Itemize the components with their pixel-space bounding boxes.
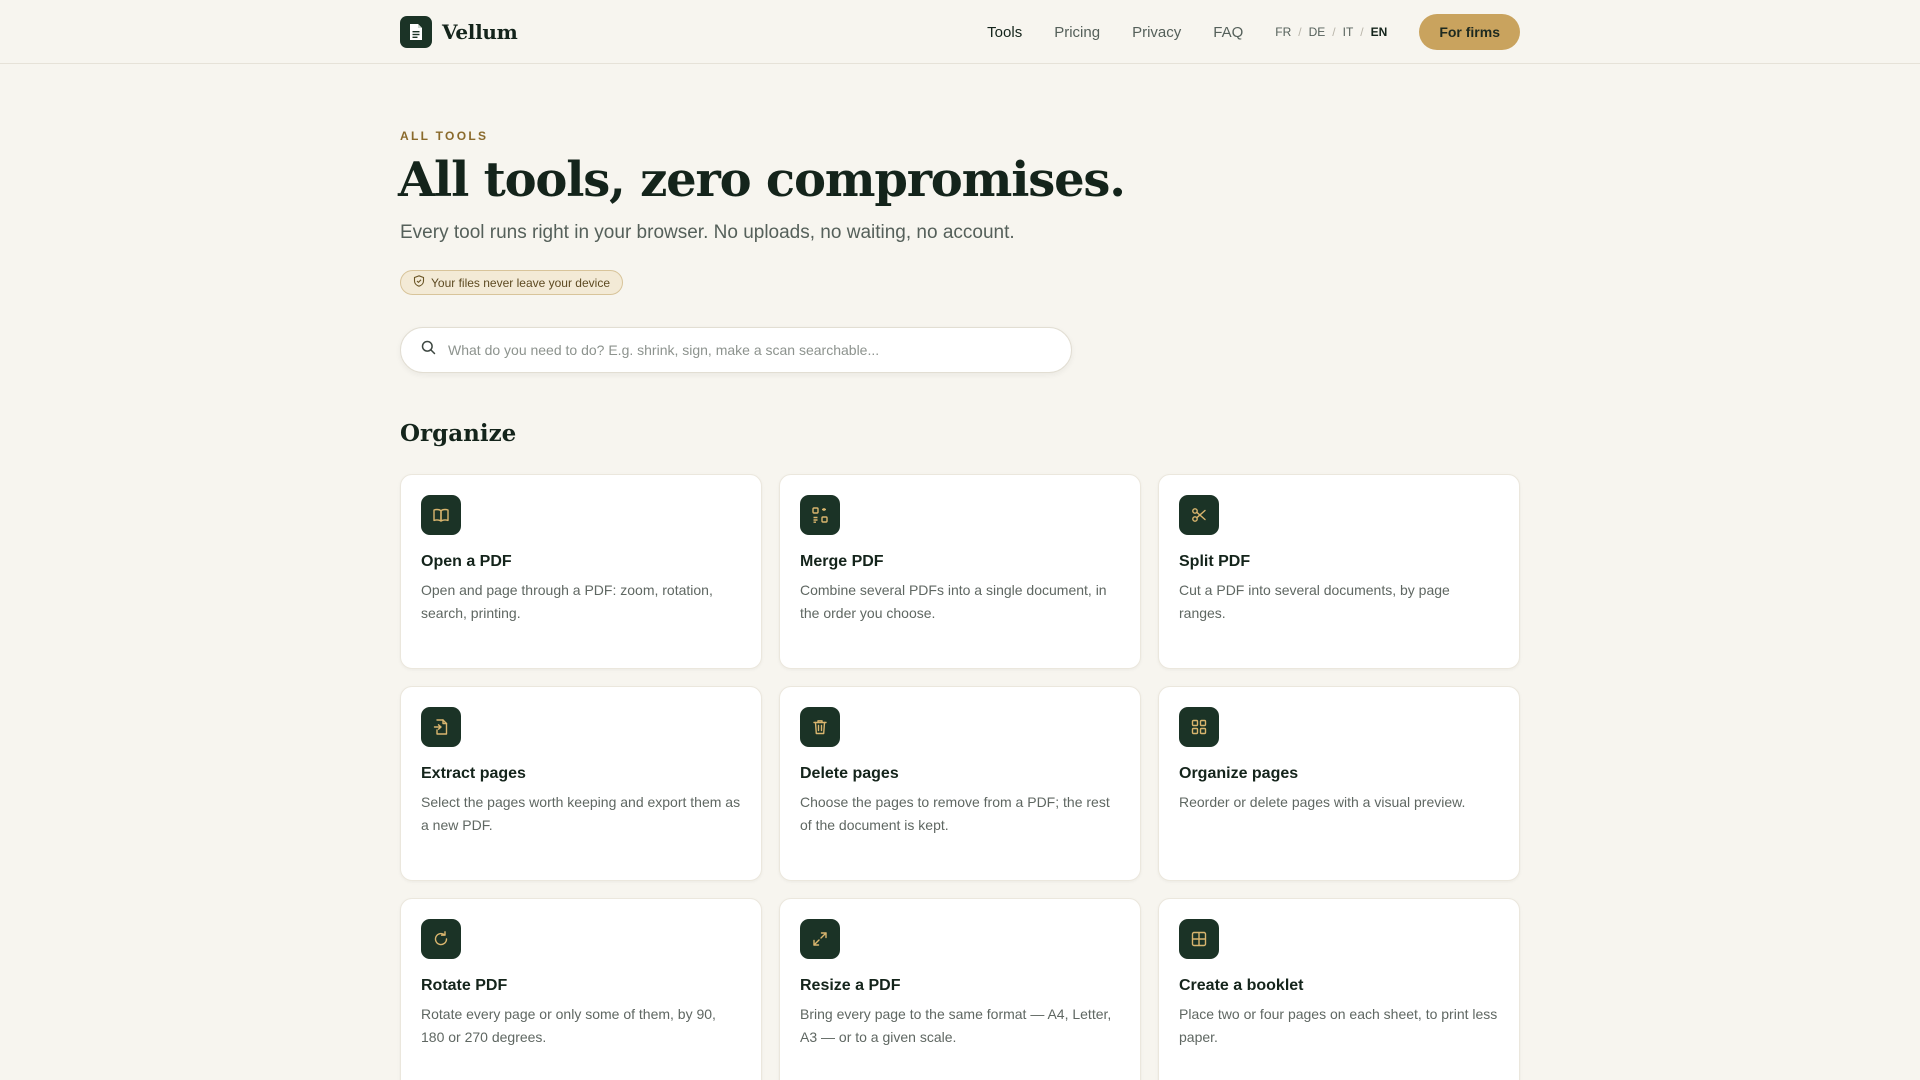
privacy-badge-label: Your files never leave your device bbox=[431, 275, 610, 290]
tool-title: Organize pages bbox=[1179, 765, 1299, 782]
tool-title: Extract pages bbox=[421, 765, 526, 782]
tool-title: Rotate PDF bbox=[421, 977, 508, 994]
tool-description: Rotate every page or only some of them, … bbox=[421, 1006, 716, 1045]
search-icon bbox=[421, 340, 436, 360]
lang-de[interactable]: DE bbox=[1309, 25, 1326, 39]
lang-fr[interactable]: FR bbox=[1275, 25, 1291, 39]
tool-card-extract-pages[interactable]: Extract pages Select the pages worth kee… bbox=[400, 686, 762, 881]
shield-check-icon bbox=[413, 275, 425, 290]
page-title: All tools, zero compromises. bbox=[398, 152, 1126, 208]
tool-description: Combine several PDFs into a single docum… bbox=[800, 582, 1107, 621]
privacy-badge: Your files never leave your device bbox=[400, 270, 623, 295]
tool-description: Place two or four pages on each sheet, t… bbox=[1179, 1006, 1498, 1045]
lang-it[interactable]: IT bbox=[1343, 25, 1354, 39]
tool-card-delete-pages[interactable]: Delete pages Choose the pages to remove … bbox=[779, 686, 1141, 881]
search-input[interactable] bbox=[448, 342, 1038, 358]
tool-description: Cut a PDF into several documents, by pag… bbox=[1179, 582, 1450, 621]
tool-description: Open and page through a PDF: zoom, rotat… bbox=[421, 582, 713, 621]
booklet-icon bbox=[1179, 919, 1219, 959]
tool-title: Open a PDF bbox=[421, 553, 512, 570]
section-title-organize: Organize bbox=[400, 420, 517, 447]
rotate-icon bbox=[421, 919, 461, 959]
tool-description: Bring every page to the same format — A4… bbox=[800, 1006, 1112, 1045]
nav-link-pricing[interactable]: Pricing bbox=[1054, 24, 1100, 41]
merge-icon bbox=[800, 495, 840, 535]
tool-card-merge-pdf[interactable]: Merge PDF Combine several PDFs into a si… bbox=[779, 474, 1141, 669]
expand-icon bbox=[800, 919, 840, 959]
tool-description: Reorder or delete pages with a visual pr… bbox=[1179, 794, 1466, 810]
nav-link-faq[interactable]: FAQ bbox=[1213, 24, 1243, 41]
tool-title: Resize a PDF bbox=[800, 977, 901, 994]
tool-title: Split PDF bbox=[1179, 553, 1251, 570]
tool-card-rotate-pdf[interactable]: Rotate PDF Rotate every page or only som… bbox=[400, 898, 762, 1080]
tool-card-create-booklet[interactable]: Create a booklet Place two or four pages… bbox=[1158, 898, 1520, 1080]
site-header: Vellum Tools Pricing Privacy FAQ FR / DE… bbox=[0, 0, 1920, 64]
nav-link-privacy[interactable]: Privacy bbox=[1132, 24, 1181, 41]
lang-separator: / bbox=[1332, 25, 1336, 39]
book-open-icon bbox=[421, 495, 461, 535]
trash-icon bbox=[800, 707, 840, 747]
tool-card-split-pdf[interactable]: Split PDF Cut a PDF into several documen… bbox=[1158, 474, 1520, 669]
tool-search[interactable] bbox=[400, 327, 1072, 373]
lang-separator: / bbox=[1298, 25, 1302, 39]
brand-name: Vellum bbox=[442, 20, 518, 44]
nav-link-tools[interactable]: Tools bbox=[987, 24, 1022, 41]
page-subtitle: Every tool runs right in your browser. N… bbox=[400, 222, 1015, 243]
main-nav: Tools Pricing Privacy FAQ FR / DE / IT /… bbox=[955, 14, 1520, 50]
brand[interactable]: Vellum bbox=[400, 16, 518, 48]
document-icon bbox=[400, 16, 432, 48]
language-switcher: FR / DE / IT / EN bbox=[1275, 25, 1387, 39]
header-inner: Vellum Tools Pricing Privacy FAQ FR / DE… bbox=[400, 0, 1520, 64]
grid-icon bbox=[1179, 707, 1219, 747]
file-export-icon bbox=[421, 707, 461, 747]
scissors-icon bbox=[1179, 495, 1219, 535]
tools-grid: Open a PDF Open and page through a PDF: … bbox=[400, 474, 1520, 1080]
tool-title: Create a booklet bbox=[1179, 977, 1304, 994]
tool-card-organize-pages[interactable]: Organize pages Reorder or delete pages w… bbox=[1158, 686, 1520, 881]
tool-description: Select the pages worth keeping and expor… bbox=[421, 794, 741, 833]
tool-title: Merge PDF bbox=[800, 553, 884, 570]
tool-card-resize-pdf[interactable]: Resize a PDF Bring every page to the sam… bbox=[779, 898, 1141, 1080]
tool-card-open-pdf[interactable]: Open a PDF Open and page through a PDF: … bbox=[400, 474, 762, 669]
for-firms-button[interactable]: For firms bbox=[1419, 14, 1520, 50]
lang-en[interactable]: EN bbox=[1371, 25, 1388, 39]
tool-description: Choose the pages to remove from a PDF; t… bbox=[800, 794, 1110, 833]
tool-title: Delete pages bbox=[800, 765, 899, 782]
eyebrow-label: ALL TOOLS bbox=[400, 129, 489, 143]
lang-separator: / bbox=[1360, 25, 1364, 39]
